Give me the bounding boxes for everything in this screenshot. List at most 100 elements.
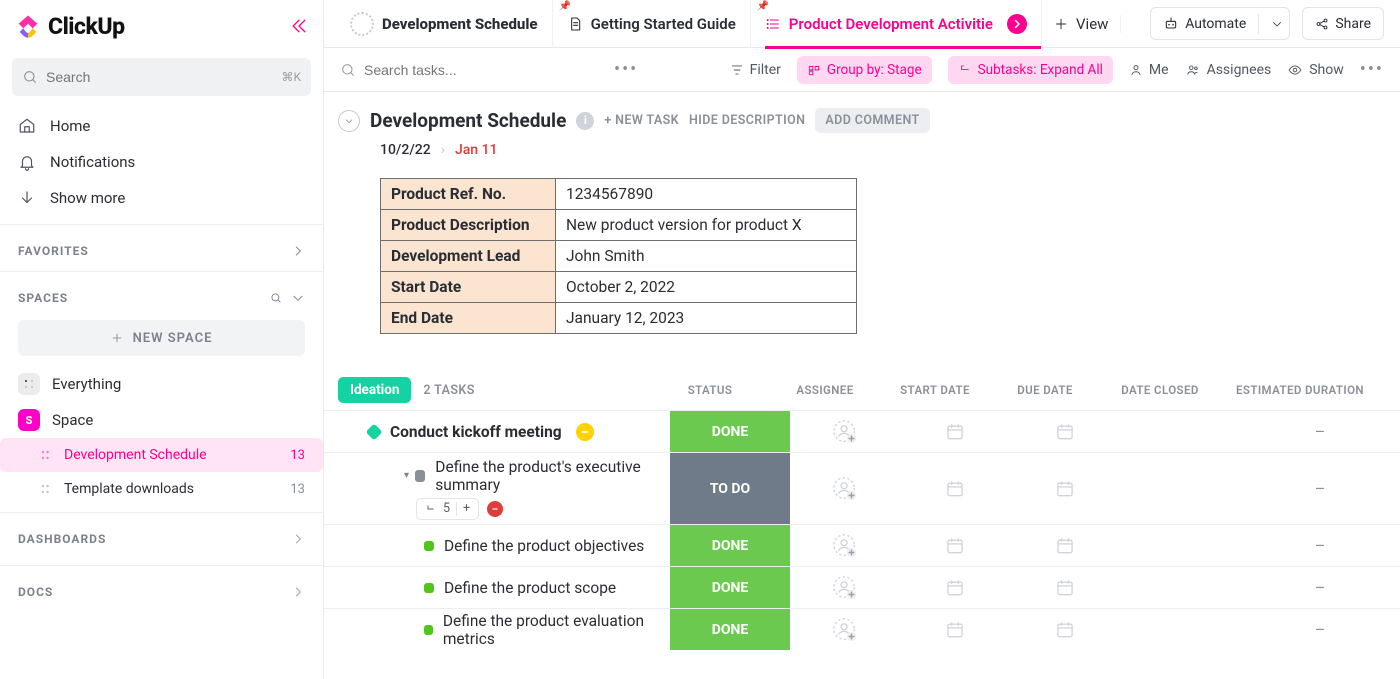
kebab-icon[interactable]: •••: [1360, 59, 1384, 80]
task-status-dot[interactable]: [424, 583, 434, 593]
group-icon: [807, 63, 821, 77]
col-assignee[interactable]: ASSIGNEE: [770, 383, 880, 397]
duration-cell[interactable]: –: [1240, 536, 1400, 555]
task-title[interactable]: Conduct kickoff meeting: [390, 423, 562, 441]
task-status-dot[interactable]: [424, 541, 434, 551]
assignees-button[interactable]: Assignees: [1185, 62, 1272, 78]
due-date-cell[interactable]: [1010, 479, 1120, 499]
duration-cell[interactable]: –: [1240, 479, 1400, 498]
docs-section[interactable]: DOCS: [0, 566, 323, 618]
automate-button[interactable]: Automate: [1150, 7, 1290, 40]
nav-notifications[interactable]: Notifications: [8, 144, 315, 180]
col-startdate[interactable]: START DATE: [880, 383, 990, 397]
tab-development-schedule[interactable]: Development Schedule: [336, 0, 553, 48]
status-cell[interactable]: DONE: [670, 411, 790, 452]
col-duration[interactable]: ESTIMATED DURATION: [1220, 383, 1380, 397]
search-icon[interactable]: [269, 291, 283, 305]
collapse-sidebar-icon[interactable]: [289, 16, 309, 36]
status-cell[interactable]: TO DO: [670, 453, 790, 524]
filter-button[interactable]: Filter: [730, 62, 781, 78]
list-start-date[interactable]: 10/2/22: [380, 142, 431, 158]
subtasks-pill[interactable]: Subtasks: Expand All: [948, 56, 1113, 84]
task-search-input[interactable]: [364, 62, 600, 78]
nav-show-more[interactable]: Show more: [8, 180, 315, 216]
arrow-right-circle-icon[interactable]: [1007, 14, 1027, 34]
plus-icon: [111, 332, 123, 344]
due-date-cell[interactable]: [1010, 620, 1120, 640]
task-main: ▾ Define the product's executive summary 5…: [324, 453, 670, 524]
chevron-down-icon[interactable]: [1271, 18, 1283, 30]
duration-cell[interactable]: –: [1240, 620, 1400, 639]
view-tabs: Development Schedule 📌 Getting Started G…: [324, 0, 1400, 48]
col-status[interactable]: STATUS: [650, 383, 770, 397]
list-development-schedule[interactable]: Development Schedule 13: [0, 438, 323, 472]
info-key: Start Date: [381, 272, 556, 303]
duration-cell[interactable]: –: [1240, 578, 1400, 597]
task-status-dot[interactable]: [424, 625, 433, 635]
subtask-count[interactable]: 5+: [416, 498, 479, 520]
tab-product-dev-activities[interactable]: 📌 Product Development Activitie: [751, 0, 1042, 48]
global-search-input[interactable]: [46, 69, 281, 85]
plus-icon[interactable]: +: [463, 501, 470, 516]
task-row[interactable]: Define the product scope DONE –: [324, 566, 1400, 608]
space-item[interactable]: S Space: [0, 402, 323, 438]
start-date-cell[interactable]: [900, 578, 1010, 598]
task-status-icon[interactable]: [415, 470, 425, 482]
task-status-dot[interactable]: [366, 423, 383, 440]
nav-home[interactable]: Home: [8, 108, 315, 144]
start-date-cell[interactable]: [900, 479, 1010, 499]
col-closed[interactable]: DATE CLOSED: [1100, 383, 1220, 397]
more-icon[interactable]: •••: [614, 59, 638, 80]
new-space-button[interactable]: NEW SPACE: [18, 320, 305, 356]
assignee-cell[interactable]: [790, 533, 900, 559]
task-title[interactable]: Define the product evaluation metrics: [443, 612, 670, 648]
assignee-cell[interactable]: [790, 575, 900, 601]
due-date-cell[interactable]: [1010, 536, 1120, 556]
task-search[interactable]: [340, 62, 600, 78]
assignee-cell[interactable]: [790, 617, 900, 643]
task-row[interactable]: ▾ Define the product's executive summary 5…: [324, 452, 1400, 524]
new-task-button[interactable]: + NEW TASK: [604, 113, 679, 128]
me-button[interactable]: Me: [1129, 62, 1169, 78]
due-date-cell[interactable]: [1010, 578, 1120, 598]
task-title[interactable]: Define the product's executive summary: [435, 458, 670, 494]
add-comment-button[interactable]: ADD COMMENT: [815, 108, 929, 133]
due-date-cell[interactable]: [1010, 422, 1120, 442]
list-due-date[interactable]: Jan 11: [455, 142, 498, 158]
assignee-cell[interactable]: [790, 476, 900, 502]
eye-icon: [1287, 63, 1303, 77]
start-date-cell[interactable]: [900, 536, 1010, 556]
task-row[interactable]: Conduct kickoff meeting DONE –: [324, 410, 1400, 452]
space-everything[interactable]: Everything: [0, 366, 323, 402]
tab-getting-started[interactable]: 📌 Getting Started Guide: [553, 0, 751, 48]
app-logo[interactable]: ClickUp: [14, 12, 125, 40]
task-title[interactable]: Define the product scope: [444, 579, 616, 597]
task-row[interactable]: Define the product evaluation metricsDON…: [324, 608, 1400, 650]
status-cell[interactable]: DONE: [670, 567, 790, 608]
spaces-header[interactable]: SPACES: [0, 284, 323, 312]
status-cell[interactable]: DONE: [670, 525, 790, 566]
stage-chip[interactable]: Ideation: [338, 377, 411, 403]
show-button[interactable]: Show: [1287, 62, 1344, 78]
space-avatar: S: [18, 409, 40, 431]
dashboards-section[interactable]: DASHBOARDS: [0, 513, 323, 565]
expand-caret-icon[interactable]: ▾: [404, 470, 409, 481]
col-duedate[interactable]: DUE DATE: [990, 383, 1100, 397]
list-template-downloads[interactable]: Template downloads 13: [0, 472, 323, 506]
add-view-button[interactable]: View: [1042, 15, 1121, 33]
task-row[interactable]: Define the product objectives DONE –: [324, 524, 1400, 566]
task-title[interactable]: Define the product objectives: [444, 537, 644, 555]
start-date-cell[interactable]: [900, 422, 1010, 442]
chevron-down-icon[interactable]: [291, 291, 305, 305]
favorites-header[interactable]: FAVORITES: [0, 237, 323, 265]
share-button[interactable]: Share: [1302, 7, 1384, 40]
assignee-cell[interactable]: [790, 419, 900, 445]
status-cell[interactable]: DONE: [670, 609, 790, 650]
group-by-pill[interactable]: Group by: Stage: [797, 56, 932, 84]
hide-description-button[interactable]: HIDE DESCRIPTION: [689, 113, 805, 128]
start-date-cell[interactable]: [900, 620, 1010, 640]
global-search[interactable]: ⌘K: [12, 58, 311, 96]
info-icon[interactable]: i: [576, 112, 594, 130]
collapse-list-icon[interactable]: [338, 110, 360, 132]
duration-cell[interactable]: –: [1240, 422, 1400, 441]
